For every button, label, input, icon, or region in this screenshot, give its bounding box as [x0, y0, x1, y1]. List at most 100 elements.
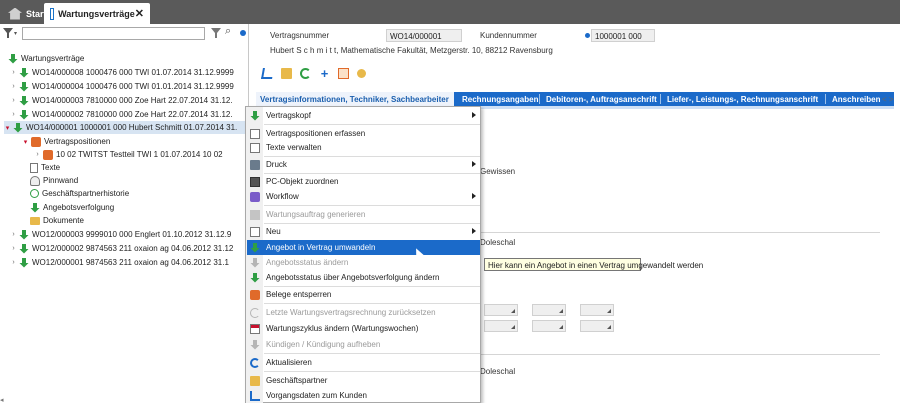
- tree-row[interactable]: › WO14/000004 1000476 000 TWI 01.01.2014…: [10, 80, 234, 93]
- archive-icon[interactable]: [338, 68, 349, 79]
- cart-icon[interactable]: [261, 68, 274, 79]
- page-icon: [250, 128, 260, 139]
- tree-child-documents[interactable]: Dokumente: [28, 214, 84, 227]
- status-dot-icon[interactable]: [240, 30, 246, 36]
- menu-item-cancel[interactable]: Kündigen / Kündigung aufheben: [247, 337, 480, 352]
- tree-row-text: WO14/000001 1000001 000 Hubert Schmitt 0…: [26, 123, 238, 132]
- expander-icon[interactable]: ›: [10, 69, 17, 76]
- tree-row[interactable]: › WO12/000002 9874563 211 oxaion ag 04.0…: [10, 242, 233, 255]
- tab-invoice-details[interactable]: Rechnungsangaben: [458, 92, 542, 106]
- tree-row-text: WO14/000008 1000476 000 TWI 01.07.2014 3…: [32, 68, 234, 77]
- history-icon: [30, 189, 39, 198]
- customer-number-field[interactable]: 1000001 000: [591, 29, 655, 42]
- dropdown-field[interactable]: [484, 320, 518, 332]
- tab-wartungsvertraege[interactable]: Wartungsverträge ✕: [44, 3, 150, 24]
- expander-icon[interactable]: ›: [10, 259, 17, 266]
- menu-item-unlock[interactable]: Belege entsperren: [247, 287, 480, 302]
- expander-icon[interactable]: ›: [10, 83, 17, 90]
- tab-separator: [825, 94, 826, 104]
- tree-row-selected[interactable]: ▾ WO14/000001 1000001 000 Hubert Schmitt…: [4, 121, 248, 134]
- tab-debtor-address[interactable]: Debitoren-, Auftragsanschrift: [542, 92, 661, 106]
- expander-icon[interactable]: ›: [10, 97, 17, 104]
- menu-item-label: Vorgangsdaten zum Kunden: [266, 391, 367, 400]
- tree-child-offers[interactable]: Angebotsverfolgung: [28, 201, 114, 214]
- tab-cover-letter[interactable]: Anschreiben: [828, 92, 884, 106]
- tree-child-pinnwand[interactable]: Pinnwand: [28, 174, 78, 187]
- filter-icon[interactable]: [3, 28, 13, 38]
- close-tab-icon[interactable]: ✕: [135, 7, 144, 20]
- offer-tracking-icon: [30, 202, 40, 213]
- info-icon[interactable]: [585, 33, 590, 38]
- menu-item-offer-status-tracking[interactable]: Angebotsstatus über Angebotsverfolgung ä…: [247, 270, 480, 285]
- contract-icon: [19, 229, 29, 240]
- tree-row[interactable]: › WO12/000003 9999010 000 Englert 01.10.…: [10, 228, 231, 241]
- menu-item-business-partner[interactable]: Geschäftspartner: [247, 373, 480, 388]
- mail-icon[interactable]: [281, 68, 292, 79]
- submenu-arrow-icon: [472, 112, 476, 118]
- tree-row[interactable]: › WO14/000003 7810000 000 Zoe Hart 22.07…: [10, 94, 233, 107]
- collapse-icon[interactable]: ▾: [22, 138, 29, 146]
- tree-row-text: WO12/000003 9999010 000 Englert 01.10.20…: [32, 230, 232, 239]
- expander-icon[interactable]: ›: [10, 231, 17, 238]
- tree-child-label: Dokumente: [43, 216, 84, 225]
- menu-item-generate-order[interactable]: Wartungsauftrag generieren: [247, 207, 480, 222]
- menu-item-texts[interactable]: Texte verwalten: [247, 140, 480, 155]
- tree-row[interactable]: › WO14/000008 1000476 000 TWI 01.07.2014…: [10, 66, 234, 79]
- refresh-icon: [250, 357, 260, 368]
- dropdown-field[interactable]: [580, 320, 614, 332]
- menu-item-label: Angebot in Vertrag umwandeln: [266, 243, 376, 252]
- tree-root[interactable]: Wartungsverträge: [6, 52, 84, 65]
- menu-item-label: Neu: [266, 227, 281, 236]
- dropdown-field[interactable]: [484, 304, 518, 316]
- menu-item-label: Workflow: [266, 192, 299, 201]
- tree-child-label: Texte: [41, 163, 61, 172]
- dropdown-field[interactable]: [532, 320, 566, 332]
- submenu-arrow-icon: [472, 161, 476, 167]
- menu-item-pc-object[interactable]: PC-Objekt zuordnen: [247, 174, 480, 189]
- menu-item-refresh[interactable]: Aktualisieren: [247, 355, 480, 370]
- tree-child-history[interactable]: Geschäftspartnerhistorie: [28, 187, 129, 200]
- expander-icon[interactable]: ›: [34, 151, 41, 158]
- tab-scroll-arrows[interactable]: < >: [882, 95, 894, 104]
- tree-row[interactable]: › WO14/000002 7810000 000 Zoe Hart 22.07…: [10, 108, 233, 121]
- menu-item-print[interactable]: Druck: [247, 157, 480, 172]
- tab-separator: [660, 94, 661, 104]
- pc-icon: [250, 176, 260, 187]
- menu-item-positions[interactable]: Vertragspositionen erfassen: [247, 126, 480, 141]
- menu-item-label: Wartungsauftrag generieren: [266, 210, 366, 219]
- calendar-icon: [250, 323, 260, 334]
- menu-item-label: Letzte Wartungsvertragsrechnung zurückse…: [266, 308, 436, 317]
- refresh-icon[interactable]: [300, 68, 311, 79]
- collapse-icon[interactable]: ▾: [4, 124, 11, 132]
- filter-dropdown-icon[interactable]: ▾: [14, 30, 17, 37]
- menu-item-customer-data[interactable]: Vorgangsdaten zum Kunden: [247, 388, 480, 403]
- menu-item-reset-invoice[interactable]: Letzte Wartungsvertragsrechnung zurückse…: [247, 305, 480, 320]
- reset-icon: [250, 307, 260, 318]
- binoculars-icon[interactable]: [225, 25, 235, 38]
- menu-item-workflow[interactable]: Workflow: [247, 189, 480, 204]
- scroll-left-icon[interactable]: ◂: [0, 396, 4, 403]
- dropdown-field[interactable]: [532, 304, 566, 316]
- contract-number-field[interactable]: WO14/000001: [386, 29, 462, 42]
- menu-item-offer-status[interactable]: Angebotsstatus ändern: [247, 255, 480, 270]
- menu-item-vertragskopf[interactable]: Vertragskopf: [247, 108, 480, 123]
- plus-icon[interactable]: +: [319, 67, 330, 80]
- tab-contract-info[interactable]: Vertragsinformationen, Techniker, Sachbe…: [256, 92, 454, 106]
- tab-delivery-address[interactable]: Liefer-, Leistungs-, Rechnungsanschrift: [663, 92, 822, 106]
- menu-item-new[interactable]: Neu: [247, 224, 480, 239]
- filter-input[interactable]: [22, 27, 205, 40]
- menu-separator: [264, 205, 480, 206]
- filter-apply-icon[interactable]: [211, 28, 221, 38]
- menu-item-maintenance-cycle[interactable]: Wartungszyklus ändern (Wartungswochen): [247, 321, 480, 336]
- expander-icon[interactable]: ›: [10, 245, 17, 252]
- convert-icon: [250, 242, 260, 253]
- dropdown-field[interactable]: [580, 304, 614, 316]
- people-icon[interactable]: [357, 69, 366, 78]
- section-divider: [480, 354, 880, 355]
- tree-position-row[interactable]: › 10 02 TWITST Testteil TWI 1 01.07.2014…: [34, 148, 223, 161]
- tree-child-texte[interactable]: Texte: [28, 161, 60, 174]
- expander-icon[interactable]: ›: [10, 111, 17, 118]
- tree-positions[interactable]: ▾ Vertragspositionen: [22, 135, 110, 148]
- menu-item-convert-offer[interactable]: Angebot in Vertrag umwandeln: [247, 240, 480, 255]
- tree-row[interactable]: › WO12/000001 9874563 211 oxaion ag 04.0…: [10, 256, 229, 269]
